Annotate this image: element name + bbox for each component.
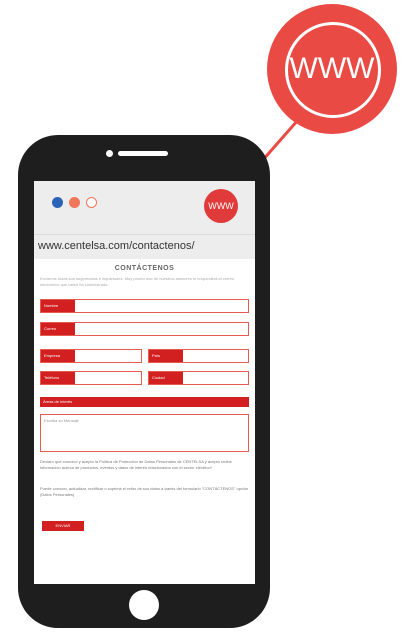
policy-note: Puede conocer, actualizar, rectificar o … xyxy=(40,486,249,497)
email-label: Correo xyxy=(41,323,75,335)
www-callout: WWW xyxy=(267,4,397,134)
name-field[interactable]: Nombre xyxy=(40,299,249,313)
area-select[interactable]: Áreas de interés xyxy=(40,397,249,407)
speaker-grille xyxy=(118,151,168,156)
city-field[interactable]: Ciudad xyxy=(148,371,249,385)
page-title: CONTÁCTENOS xyxy=(114,265,175,272)
address-bar[interactable]: www.centelsa.com/contactenos/ xyxy=(34,234,255,259)
www-callout-label: WWW xyxy=(289,52,375,85)
window-dot-orange xyxy=(69,197,80,208)
window-dot-blue xyxy=(52,197,63,208)
email-field[interactable]: Correo xyxy=(40,322,249,336)
url-text[interactable]: www.centelsa.com/contactenos/ xyxy=(38,240,195,252)
city-label: Ciudad xyxy=(149,372,183,384)
phone-screen: WWW www.centelsa.com/contactenos/ CONTÁC… xyxy=(34,181,255,584)
www-badge-icon: WWW xyxy=(204,189,238,223)
camera-icon xyxy=(106,150,113,157)
window-dot-outline xyxy=(86,197,97,208)
browser-topbar: WWW xyxy=(34,181,255,234)
contact-page: CONTÁCTENOS Envíenos todas sus sugerenci… xyxy=(34,259,255,584)
country-label: País xyxy=(149,350,183,362)
policy-checkbox-text[interactable]: Declaro que conozco y acepto la Política… xyxy=(40,459,249,470)
submit-button[interactable]: ENVIAR xyxy=(42,521,84,531)
phone-field[interactable]: Teléfono xyxy=(40,371,142,385)
company-label: Empresa xyxy=(41,350,75,362)
phone-label: Teléfono xyxy=(41,372,75,384)
message-textarea[interactable]: Escriba su Mensaje xyxy=(40,414,249,452)
intro-text: Envíenos todas sus sugerencias e inquiet… xyxy=(40,276,235,287)
name-label: Nombre xyxy=(41,300,75,312)
home-button[interactable] xyxy=(129,590,159,620)
company-field[interactable]: Empresa xyxy=(40,349,142,363)
country-field[interactable]: País xyxy=(148,349,249,363)
